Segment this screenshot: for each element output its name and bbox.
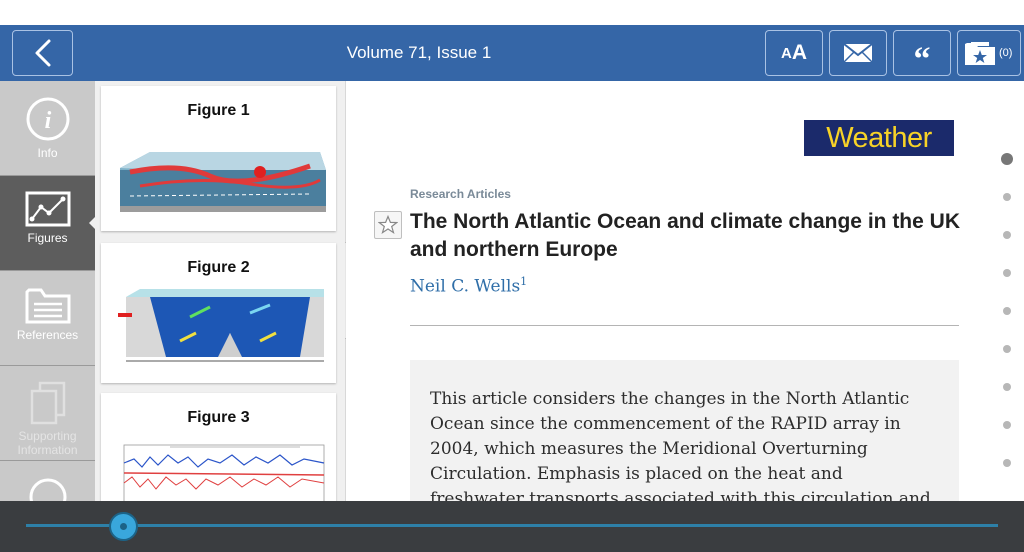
figure-card[interactable]: Figure 3 <box>101 393 336 501</box>
favorites-button[interactable]: (0) <box>957 30 1021 76</box>
page-dot[interactable] <box>1003 269 1011 277</box>
page-dot[interactable] <box>1003 383 1011 391</box>
figure-title: Figure 2 <box>187 259 250 276</box>
back-button[interactable] <box>12 30 73 76</box>
article-section-label: Research Articles <box>410 187 511 201</box>
favorites-count: (0) <box>999 47 1013 59</box>
page-dot[interactable] <box>1001 153 1013 165</box>
author-affiliation-mark: 1 <box>520 275 528 288</box>
abstract-box: This article considers the changes in th… <box>410 360 959 501</box>
status-bar <box>0 0 1024 25</box>
issue-title: Volume 71, Issue 1 <box>346 43 492 62</box>
page-dot[interactable] <box>1003 307 1011 315</box>
top-toolbar: Volume 71, Issue 1 AA “ (0) <box>0 25 1024 81</box>
author-name: Neil C. Wells <box>410 276 521 297</box>
nav-item-label: References <box>16 328 79 342</box>
side-navigation: i Info Figures References Supporting Inf… <box>0 81 95 501</box>
figure-title: Figure 1 <box>187 102 250 119</box>
supporting-info-icon <box>30 381 65 425</box>
slider-thumb[interactable] <box>108 512 138 541</box>
figure-card[interactable]: Figure 1 <box>101 86 336 231</box>
nav-item-more[interactable] <box>0 461 95 501</box>
figure-title: Figure 3 <box>187 409 250 426</box>
nav-item-supporting-information[interactable]: Supporting Information <box>0 366 95 461</box>
font-size-big-a: A <box>791 41 807 64</box>
figure-3-thumbnail <box>123 444 324 501</box>
author-link[interactable]: Neil C. Wells1 <box>410 275 527 297</box>
svg-text:i: i <box>44 108 51 134</box>
figures-chart-icon <box>25 191 70 227</box>
abstract-text: This article considers the changes in th… <box>430 389 931 501</box>
favorite-star-button[interactable] <box>374 211 402 239</box>
nav-item-info[interactable]: i Info <box>0 81 95 176</box>
article-title: The North Atlantic Ocean and climate cha… <box>410 210 960 261</box>
nav-item-label: Figures <box>27 231 68 245</box>
figure-1-thumbnail <box>119 152 326 212</box>
font-size-button[interactable]: AA <box>765 30 823 76</box>
folder-star-icon <box>965 42 995 65</box>
nav-item-label: Supporting Information <box>17 429 78 457</box>
title-divider <box>410 325 959 326</box>
nav-item-figures[interactable]: Figures <box>0 176 95 271</box>
references-folder-icon <box>25 288 70 324</box>
page-indicator <box>994 81 1024 501</box>
page-dot[interactable] <box>1003 231 1011 239</box>
journal-logo: Weather <box>804 120 954 156</box>
info-icon: i <box>26 97 69 141</box>
figure-card[interactable]: Figure 2 <box>101 243 336 383</box>
font-size-small-a: A <box>780 44 792 62</box>
figures-panel: Figure 1 Figure 2 Figure 3 <box>95 81 345 501</box>
chevron-left-icon <box>35 39 50 67</box>
quote-icon: “ <box>913 41 931 78</box>
slider-track[interactable] <box>26 524 998 527</box>
article-view: Weather Research Articles The North Atla… <box>346 81 994 501</box>
bottom-scrubber-bar <box>0 501 1024 552</box>
nav-item-label: Info <box>37 146 58 160</box>
figure-2-thumbnail <box>117 289 324 362</box>
cite-button[interactable]: “ <box>893 30 951 78</box>
page-dot[interactable] <box>1003 193 1011 201</box>
page-dot[interactable] <box>1003 421 1011 429</box>
circle-icon <box>29 478 66 501</box>
star-icon <box>378 215 398 234</box>
nav-item-references[interactable]: References <box>0 271 95 366</box>
envelope-icon <box>843 43 873 63</box>
page-dot[interactable] <box>1003 345 1011 353</box>
email-button[interactable] <box>829 30 887 76</box>
page-dot[interactable] <box>1003 459 1011 467</box>
